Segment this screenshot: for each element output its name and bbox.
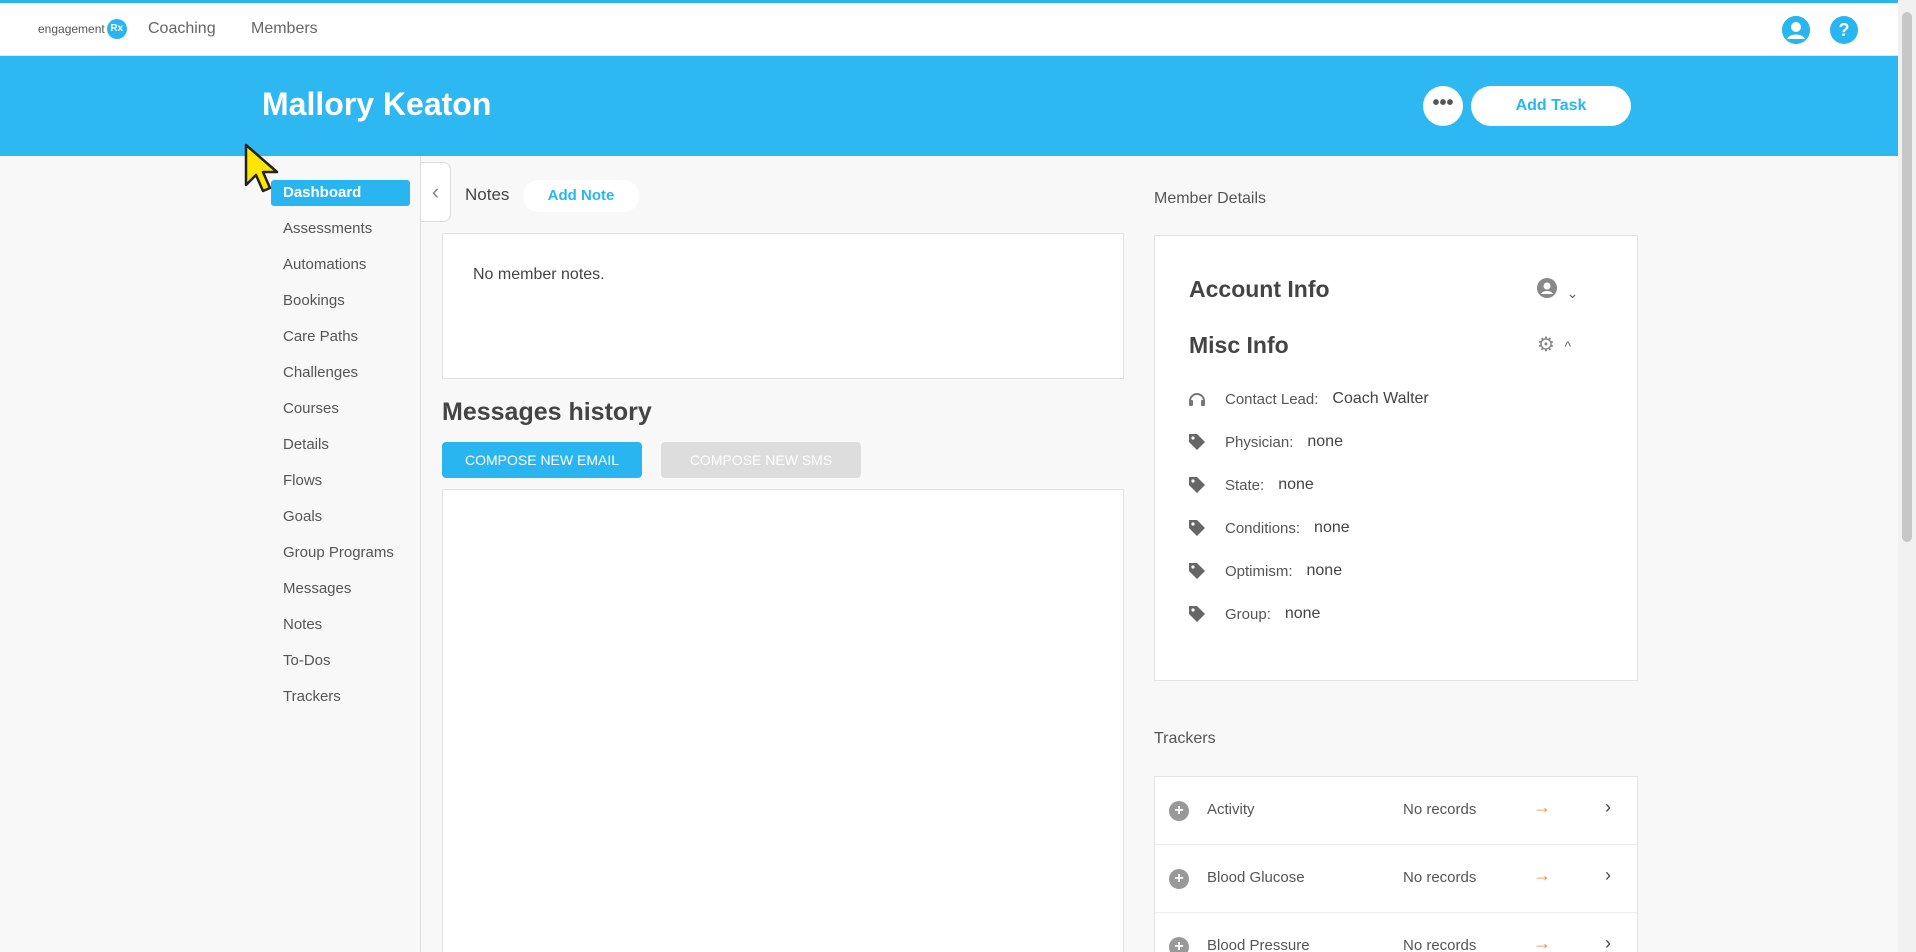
account-info-title[interactable]: Account Info (1189, 276, 1330, 303)
more-options-button[interactable]: ••• (1423, 86, 1463, 126)
member-details-card: Account Info ⌄ Misc Info ⚙ ^ Contact Lea… (1154, 235, 1638, 681)
detail-row-conditions: Conditions: none (1187, 515, 1350, 541)
logo-badge: Rx (106, 19, 127, 39)
member-details-title: Member Details (1154, 190, 1267, 207)
add-record-icon[interactable]: + (1169, 801, 1189, 821)
sidebar-item-automations[interactable]: Automations (271, 252, 410, 288)
detail-label: Group: (1225, 605, 1271, 623)
sidebar-item-notes[interactable]: Notes (271, 612, 410, 648)
logo-text: engagement (38, 22, 105, 36)
chevron-right-icon[interactable]: › (1605, 865, 1611, 886)
tracker-status: No records (1403, 869, 1477, 886)
detail-row-group: Group: none (1187, 601, 1320, 627)
sidebar-divider (420, 156, 421, 952)
tracker-row-blood-glucose[interactable]: + Blood Glucose No records → › (1155, 845, 1637, 913)
collapse-sidebar-button[interactable]: ‹ (421, 162, 451, 222)
tag-icon (1189, 606, 1205, 622)
gears-icon: ⚙ (1537, 334, 1555, 356)
nav-members[interactable]: Members (251, 20, 318, 38)
user-circle-icon (1537, 278, 1557, 298)
trackers-card: + Activity No records → › + Blood Glucos… (1154, 776, 1638, 952)
sidebar-item-challenges[interactable]: Challenges (271, 360, 410, 396)
trend-arrow-icon: → (1533, 933, 1551, 952)
sidebar-item-flows[interactable]: Flows (271, 468, 410, 504)
member-name: Mallory Keaton (262, 86, 492, 122)
add-record-icon[interactable]: + (1169, 869, 1189, 889)
user-circle-icon[interactable] (1782, 16, 1810, 44)
detail-label: Physician: (1225, 433, 1294, 451)
detail-label: Conditions: (1225, 519, 1301, 537)
detail-value: none (1306, 562, 1343, 579)
tag-icon (1189, 520, 1205, 536)
trend-arrow-icon: → (1533, 797, 1551, 817)
detail-label: Optimism: (1225, 562, 1293, 580)
detail-row-contact-lead: Contact Lead: Coach Walter (1187, 386, 1429, 412)
detail-value: none (1284, 605, 1321, 622)
detail-row-optimism: Optimism: none (1187, 558, 1342, 584)
compose-email-button[interactable]: COMPOSE NEW EMAIL (442, 442, 642, 478)
trackers-title: Trackers (1154, 730, 1216, 747)
sidebar-item-bookings[interactable]: Bookings (271, 288, 410, 324)
account-info-toggle[interactable]: ⌄ (1537, 278, 1578, 304)
chevron-right-icon[interactable]: › (1605, 933, 1611, 952)
detail-row-physician: Physician: none (1187, 429, 1343, 455)
headset-icon (1189, 393, 1205, 406)
sidebar-item-to-dos[interactable]: To-Dos (271, 648, 410, 684)
chevron-right-icon[interactable]: › (1605, 797, 1611, 818)
chevron-left-icon: ‹ (431, 179, 440, 204)
tag-icon (1189, 434, 1205, 450)
detail-row-state: State: none (1187, 472, 1314, 498)
sidebar-item-goals[interactable]: Goals (271, 504, 410, 540)
misc-info-toggle[interactable]: ⚙ ^ (1537, 332, 1571, 357)
detail-value: none (1314, 519, 1350, 536)
chevron-down-icon: ⌄ (1566, 285, 1579, 301)
compose-sms-button[interactable]: COMPOSE NEW SMS (661, 442, 861, 478)
tracker-name: Blood Glucose (1207, 869, 1305, 886)
chevron-up-icon: ^ (1564, 338, 1572, 354)
sidebar-item-trackers[interactable]: Trackers (271, 684, 410, 720)
add-record-icon[interactable]: + (1169, 937, 1189, 952)
detail-value: Coach Walter (1332, 390, 1429, 407)
detail-label: Contact Lead: (1225, 390, 1319, 408)
notes-panel: No member notes. (442, 233, 1124, 379)
engagement-rx-logo[interactable]: engagement Rx (38, 19, 127, 39)
sidebar-item-group-programs[interactable]: Group Programs (271, 540, 410, 576)
member-banner: Mallory Keaton ••• Add Task (0, 56, 1898, 156)
add-note-button[interactable]: Add Note (523, 180, 639, 212)
misc-info-title[interactable]: Misc Info (1189, 332, 1289, 359)
scrollbar-thumb[interactable] (1902, 12, 1912, 542)
sidebar-item-details[interactable]: Details (271, 432, 410, 468)
add-task-button[interactable]: Add Task (1471, 86, 1631, 126)
sidebar-item-assessments[interactable]: Assessments (271, 216, 410, 252)
tracker-name: Activity (1207, 801, 1255, 818)
question-icon[interactable]: ? (1830, 16, 1858, 44)
detail-value: none (1307, 433, 1343, 450)
tracker-name: Blood Pressure (1207, 937, 1310, 952)
tag-icon (1189, 563, 1205, 579)
notes-title: Notes (465, 185, 510, 204)
detail-label: State: (1225, 476, 1265, 494)
trend-arrow-icon: → (1533, 865, 1551, 885)
sidebar-item-dashboard[interactable]: Dashboard (271, 180, 410, 206)
nav-coaching[interactable]: Coaching (148, 20, 216, 38)
member-sidebar: Dashboard Assessments Automations Bookin… (271, 180, 410, 720)
detail-value: none (1278, 476, 1314, 493)
mouse-cursor-icon (244, 143, 279, 193)
messages-history-title: Messages history (442, 398, 652, 426)
tracker-status: No records (1403, 801, 1477, 818)
page-scrollbar[interactable] (1898, 0, 1916, 952)
tag-icon (1189, 477, 1205, 493)
tracker-row-activity[interactable]: + Activity No records → › (1155, 777, 1637, 845)
sidebar-item-messages[interactable]: Messages (271, 576, 410, 612)
notes-empty-text: No member notes. (473, 266, 605, 283)
messages-panel (442, 489, 1124, 952)
sidebar-item-care-paths[interactable]: Care Paths (271, 324, 410, 360)
tracker-row-blood-pressure[interactable]: + Blood Pressure No records → › (1155, 913, 1637, 952)
sidebar-item-courses[interactable]: Courses (271, 396, 410, 432)
tracker-status: No records (1403, 937, 1477, 952)
top-navbar: engagement Rx Coaching Members ? (0, 0, 1898, 56)
